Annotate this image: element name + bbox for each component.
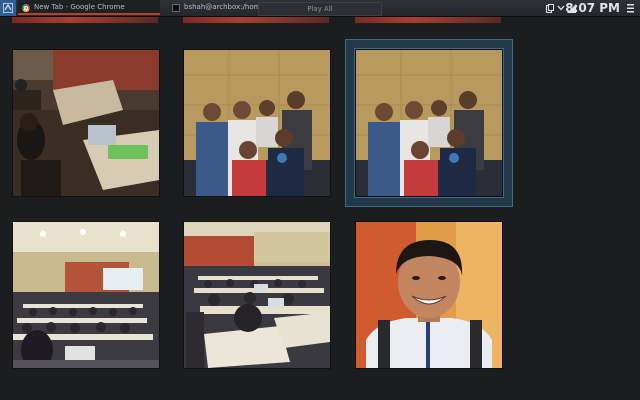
photo-gallery [0,17,640,400]
photo-thumbnail-4[interactable] [12,221,160,369]
top-panel: New Tab - Google Chrome bshah@archbox:/h… [0,0,640,17]
chrome-icon [22,4,30,12]
photo-strip-partial[interactable] [183,17,329,23]
application-launcher-icon[interactable] [0,0,16,16]
photo-thumbnail-1[interactable] [12,49,160,197]
photo-thumbnail-5[interactable] [183,221,331,369]
photo-thumbnail-6[interactable] [355,221,503,369]
clock[interactable]: 8:07 PM [565,0,620,16]
play-all-button[interactable]: Play All [258,2,382,16]
play-all-label: Play All [307,5,333,13]
photo-thumbnail-3-selected[interactable] [354,48,504,198]
taskbar-item-chrome[interactable]: New Tab - Google Chrome [18,0,160,15]
system-tray: 8:07 PM [530,0,640,16]
menu-icon[interactable] [627,0,634,16]
chevron-down-icon[interactable] [557,0,565,16]
terminal-icon [172,4,180,12]
photo-strip-partial[interactable] [355,17,501,23]
clipboard-icon[interactable] [546,0,554,16]
taskbar-item-label: New Tab - Google Chrome [34,3,125,11]
photo-strip-partial[interactable] [12,17,158,23]
photo-thumbnail-2[interactable] [183,49,331,197]
